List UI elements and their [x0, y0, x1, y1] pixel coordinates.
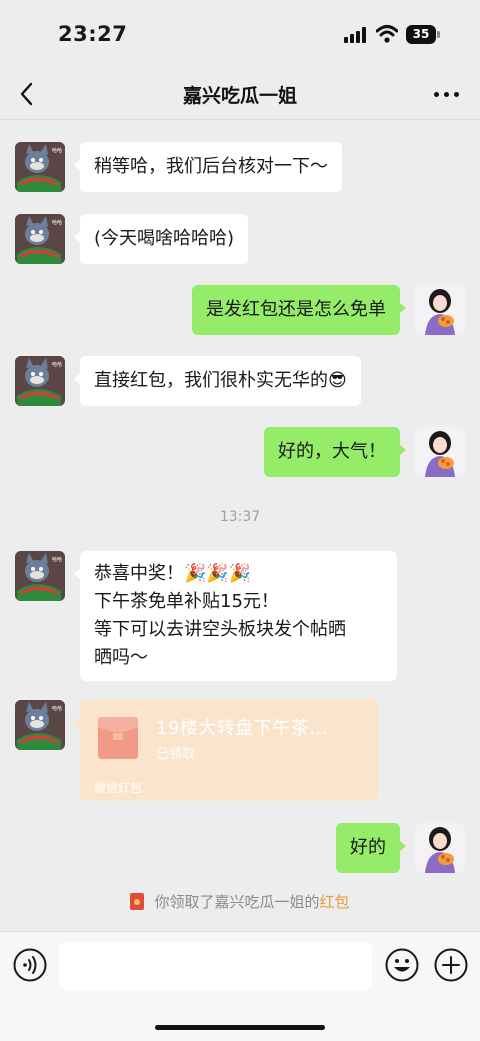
plus-icon[interactable] — [434, 948, 468, 982]
emoji-icon[interactable] — [385, 948, 419, 982]
red-packet-title: 19楼大转盘下午茶... — [156, 718, 329, 739]
message-bubble[interactable]: 恭喜中奖！🎉🎉🎉 下午茶免单补贴15元！ 等下可以去讲空头板块发个帖晒 晒吗～ — [74, 551, 397, 681]
svg-text:哈哈: 哈哈 — [52, 556, 62, 563]
contact-avatar[interactable]: 哈哈 — [15, 142, 65, 192]
svg-text:哈哈: 哈哈 — [52, 361, 62, 368]
chat-header: 嘉兴吃瓜一姐 — [0, 70, 480, 120]
red-packet-status: 已领取 — [156, 747, 196, 762]
message-input[interactable] — [59, 942, 372, 990]
wifi-icon — [376, 25, 398, 43]
red-packet-link[interactable]: 红包 — [320, 893, 350, 911]
message-bubble[interactable]: 稍等哈，我们后台核对一下～ — [74, 142, 342, 192]
message-bubble-self[interactable]: 是发红包还是怎么免单 — [192, 285, 406, 335]
red-packet-card[interactable]: 19楼大转盘下午茶... 已领取 微信红包 — [74, 700, 378, 801]
contact-avatar[interactable]: 哈哈 — [15, 700, 65, 750]
svg-text:哈哈: 哈哈 — [52, 219, 62, 226]
self-avatar[interactable] — [415, 427, 465, 477]
contact-avatar[interactable]: 哈哈 — [15, 356, 65, 406]
chat-title: 嘉兴吃瓜一姐 — [182, 85, 297, 107]
more-options-icon[interactable] — [432, 82, 462, 106]
status-time: 23:27 — [58, 22, 128, 46]
svg-text:哈哈: 哈哈 — [52, 147, 62, 154]
self-avatar[interactable] — [415, 823, 465, 873]
battery-icon: 35 — [406, 25, 440, 44]
red-packet-mini-icon — [130, 893, 145, 910]
self-avatar[interactable] — [415, 285, 465, 335]
home-indicator[interactable] — [155, 1025, 325, 1030]
message-bubble-self[interactable]: 好的 — [336, 823, 406, 873]
voice-icon[interactable] — [13, 948, 47, 982]
battery-level: 35 — [406, 25, 436, 44]
message-list: 哈哈 稍等哈，我们后台核对一下～ 哈哈 (今天喝啥哈哈哈) 是发红包还是怎么免单 — [0, 121, 480, 931]
red-packet-icon — [98, 717, 138, 759]
message-bubble[interactable]: 直接红包，我们很朴实无华的😎 — [74, 356, 361, 406]
system-message: 你领取了嘉兴吃瓜一姐的红包 — [0, 891, 480, 912]
red-packet-footer: 微信红包 — [94, 781, 143, 795]
message-bubble-self[interactable]: 好的，大气！ — [264, 427, 406, 477]
svg-text:哈哈: 哈哈 — [52, 705, 62, 712]
status-bar: 23:27 35 — [0, 0, 480, 70]
contact-avatar[interactable]: 哈哈 — [15, 214, 65, 264]
signal-icon — [344, 27, 370, 43]
system-message-text: 你领取了嘉兴吃瓜一姐的 — [154, 893, 320, 911]
message-bubble[interactable]: (今天喝啥哈哈哈) — [73, 214, 249, 264]
input-bar — [0, 931, 480, 1041]
contact-avatar[interactable]: 哈哈 — [15, 551, 65, 601]
message-timestamp: 13:37 — [219, 509, 261, 525]
